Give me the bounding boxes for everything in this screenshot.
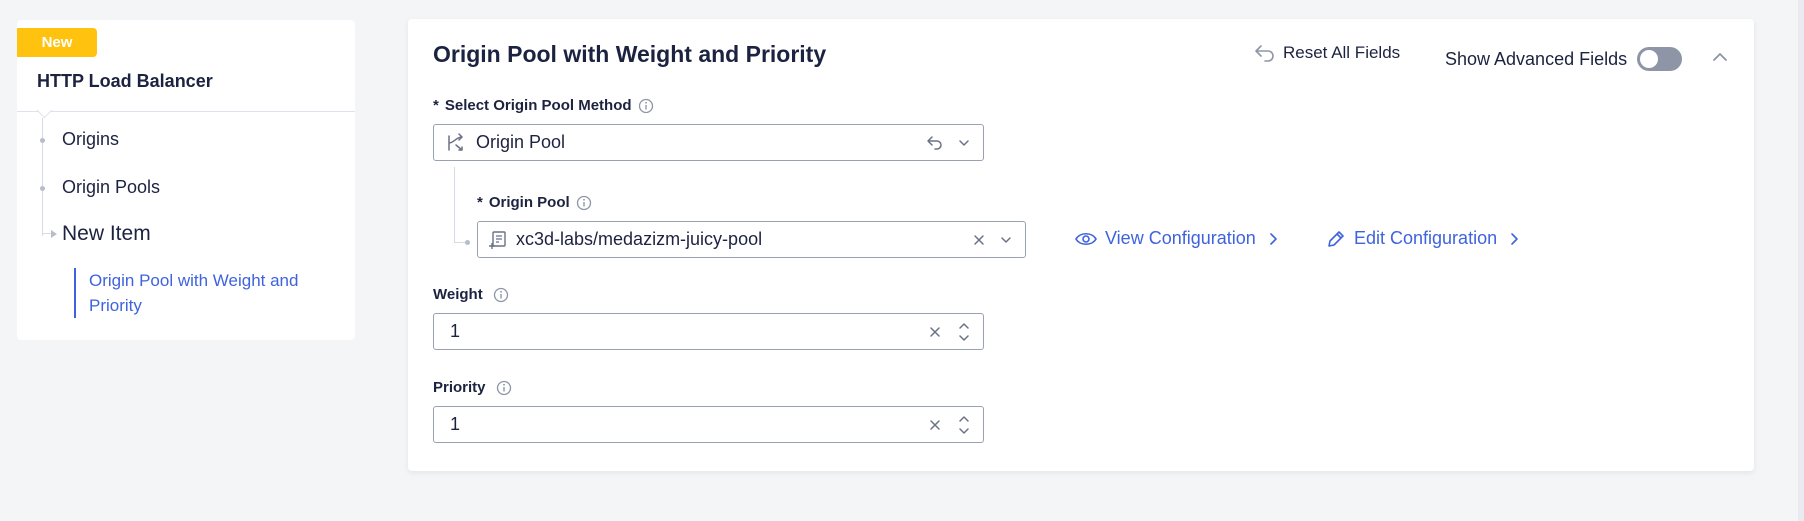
origin-pool-form-card: Origin Pool with Weight and Priority Res… — [408, 19, 1754, 471]
edit-configuration-label: Edit Configuration — [1354, 228, 1498, 248]
weight-label-text: Weight — [433, 286, 483, 303]
origin-pool-select[interactable]: xc3d-labs/medazizm-juicy-pool — [477, 221, 1026, 258]
view-configuration-link[interactable]: View Configuration — [1075, 228, 1278, 249]
show-advanced-fields: Show Advanced Fields — [1445, 47, 1683, 71]
new-badge: New — [17, 28, 97, 57]
nav-notch — [36, 102, 53, 119]
method-label-text: Select Origin Pool Method — [444, 97, 632, 114]
toggle-knob — [1640, 50, 1659, 68]
info-icon[interactable] — [496, 380, 512, 396]
info-icon[interactable] — [576, 195, 592, 211]
reset-field-icon[interactable] — [925, 135, 943, 151]
show-advanced-fields-label: Show Advanced Fields — [1445, 48, 1628, 69]
priority-input[interactable]: 1 — [433, 406, 984, 443]
tree-branch — [42, 233, 51, 234]
window-edge — [1798, 0, 1804, 521]
tree-dot — [40, 186, 45, 191]
required-marker: * — [433, 97, 439, 114]
weight-value: 1 — [450, 321, 461, 341]
nav-title: HTTP Load Balancer — [37, 71, 213, 91]
active-indicator — [74, 268, 76, 318]
nav-divider — [17, 111, 355, 112]
tree-arrow-icon — [51, 230, 57, 238]
nav-item-new-item[interactable]: New Item — [62, 222, 151, 246]
clear-icon[interactable] — [929, 326, 941, 338]
view-configuration-label: View Configuration — [1105, 228, 1256, 248]
chevron-right-icon — [1268, 232, 1278, 246]
method-field-label: * Select Origin Pool Method — [433, 97, 654, 114]
card-title: Origin Pool with Weight and Priority — [433, 41, 827, 67]
reset-all-fields-label: Reset All Fields — [1283, 43, 1401, 62]
info-icon[interactable] — [638, 98, 654, 114]
info-icon[interactable] — [493, 287, 509, 303]
priority-field-label: Priority — [433, 379, 512, 396]
nested-dot — [465, 240, 470, 245]
priority-value: 1 — [450, 414, 461, 434]
method-value: Origin Pool — [476, 132, 566, 152]
reset-all-fields-button[interactable]: Reset All Fields — [1253, 43, 1400, 63]
nested-connector — [454, 167, 455, 242]
chevron-up-icon — [1710, 47, 1730, 67]
chevron-down-icon[interactable] — [957, 136, 971, 150]
split-route-icon — [446, 132, 466, 153]
weight-field-label: Weight — [433, 286, 509, 303]
config-nav-panel: New HTTP Load Balancer Origins Origin Po… — [17, 20, 355, 340]
stepper-icon[interactable] — [957, 320, 971, 344]
weight-input[interactable]: 1 — [433, 313, 984, 350]
clear-icon[interactable] — [973, 234, 985, 246]
origin-pool-label-text: Origin Pool — [488, 194, 570, 211]
origin-pool-field-label: * Origin Pool — [477, 194, 592, 211]
chevron-down-icon[interactable] — [999, 233, 1013, 247]
nav-item-origins[interactable]: Origins — [62, 129, 119, 150]
stepper-icon[interactable] — [957, 413, 971, 437]
clear-icon[interactable] — [929, 419, 941, 431]
document-plus-icon — [488, 230, 508, 250]
priority-label-text: Priority — [433, 379, 486, 396]
origin-pool-value: xc3d-labs/medazizm-juicy-pool — [516, 229, 763, 249]
chevron-right-icon — [1509, 232, 1519, 246]
edit-configuration-link[interactable]: Edit Configuration — [1326, 228, 1519, 249]
tree-line — [42, 118, 43, 236]
nav-item-origin-pools[interactable]: Origin Pools — [62, 177, 160, 198]
origin-pool-method-select[interactable]: Origin Pool — [433, 124, 984, 161]
eye-icon — [1075, 231, 1097, 247]
reset-arrow-icon — [1253, 44, 1275, 62]
tree-dot — [40, 138, 45, 143]
required-marker: * — [477, 194, 483, 211]
collapse-section-button[interactable] — [1710, 47, 1730, 67]
nav-subitem-origin-pool-weight-priority[interactable]: Origin Pool with Weight and Priority — [89, 268, 329, 318]
advanced-fields-toggle[interactable] — [1637, 47, 1683, 71]
pencil-icon — [1326, 229, 1346, 249]
